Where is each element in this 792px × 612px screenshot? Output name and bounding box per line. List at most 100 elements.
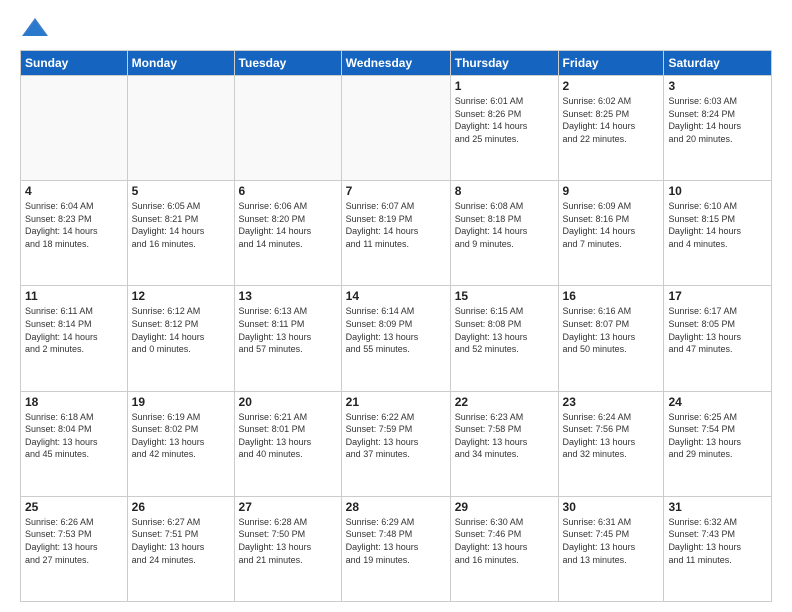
day-number: 15 [455, 289, 554, 303]
calendar-cell: 25Sunrise: 6:26 AM Sunset: 7:53 PM Dayli… [21, 496, 128, 601]
day-number: 24 [668, 395, 767, 409]
day-number: 10 [668, 184, 767, 198]
day-number: 26 [132, 500, 230, 514]
day-number: 31 [668, 500, 767, 514]
calendar-cell: 1Sunrise: 6:01 AM Sunset: 8:26 PM Daylig… [450, 76, 558, 181]
calendar-cell: 8 Sunrise: 6:08 AM Sunset: 8:18 PM Daylig… [450, 181, 558, 286]
day-info: Sunrise: 6:11 AM Sunset: 8:14 PM Dayligh… [25, 305, 123, 355]
day-number: 16 [563, 289, 660, 303]
calendar-cell: 23 Sunrise: 6:24 AM Sunset: 7:56 PM Dayli… [558, 391, 664, 496]
day-number: 4 [25, 184, 123, 198]
calendar-cell: 20 Sunrise: 6:21 AM Sunset: 8:01 PM Dayli… [234, 391, 341, 496]
day-info: Sunrise: 6:16 AM Sunset: 8:07 PM Dayligh… [563, 305, 660, 355]
calendar-cell: 11 Sunrise: 6:11 AM Sunset: 8:14 PM Dayli… [21, 286, 128, 391]
calendar-cell: 4 Sunrise: 6:04 AM Sunset: 8:23 PM Daylig… [21, 181, 128, 286]
day-info: Sunrise: 6:18 AM Sunset: 8:04 PM Dayligh… [25, 411, 123, 461]
day-info: Sunrise: 6:21 AM Sunset: 8:01 PM Dayligh… [239, 411, 337, 461]
day-number: 14 [346, 289, 446, 303]
calendar-cell [127, 76, 234, 181]
calendar-header-row: SundayMondayTuesdayWednesdayThursdayFrid… [21, 51, 772, 76]
day-header-saturday: Saturday [664, 51, 772, 76]
day-info: Sunrise: 6:24 AM Sunset: 7:56 PM Dayligh… [563, 411, 660, 461]
day-header-monday: Monday [127, 51, 234, 76]
calendar-cell: 19 Sunrise: 6:19 AM Sunset: 8:02 PM Dayli… [127, 391, 234, 496]
day-info: Sunrise: 6:32 AM Sunset: 7:43 PM Dayligh… [668, 516, 767, 566]
calendar-cell: 21 Sunrise: 6:22 AM Sunset: 7:59 PM Dayli… [341, 391, 450, 496]
calendar-page: SundayMondayTuesdayWednesdayThursdayFrid… [0, 0, 792, 612]
day-info: Sunrise: 6:02 AM Sunset: 8:25 PM Dayligh… [563, 95, 660, 145]
day-info: Sunrise: 6:10 AM Sunset: 8:15 PM Dayligh… [668, 200, 767, 250]
calendar-week-1: 1Sunrise: 6:01 AM Sunset: 8:26 PM Daylig… [21, 76, 772, 181]
day-info: Sunrise: 6:30 AM Sunset: 7:46 PM Dayligh… [455, 516, 554, 566]
day-info: Sunrise: 6:28 AM Sunset: 7:50 PM Dayligh… [239, 516, 337, 566]
day-info: Sunrise: 6:06 AM Sunset: 8:20 PM Dayligh… [239, 200, 337, 250]
calendar-cell [234, 76, 341, 181]
calendar-cell: 18 Sunrise: 6:18 AM Sunset: 8:04 PM Dayli… [21, 391, 128, 496]
day-info: Sunrise: 6:19 AM Sunset: 8:02 PM Dayligh… [132, 411, 230, 461]
day-number: 12 [132, 289, 230, 303]
day-info: Sunrise: 6:22 AM Sunset: 7:59 PM Dayligh… [346, 411, 446, 461]
day-number: 8 [455, 184, 554, 198]
calendar-cell: 10 Sunrise: 6:10 AM Sunset: 8:15 PM Dayli… [664, 181, 772, 286]
day-number: 18 [25, 395, 123, 409]
day-number: 29 [455, 500, 554, 514]
header [20, 16, 772, 40]
day-info: Sunrise: 6:29 AM Sunset: 7:48 PM Dayligh… [346, 516, 446, 566]
day-info: Sunrise: 6:08 AM Sunset: 8:18 PM Dayligh… [455, 200, 554, 250]
day-info: Sunrise: 6:09 AM Sunset: 8:16 PM Dayligh… [563, 200, 660, 250]
day-number: 5 [132, 184, 230, 198]
day-number: 17 [668, 289, 767, 303]
calendar-cell: 13 Sunrise: 6:13 AM Sunset: 8:11 PM Dayli… [234, 286, 341, 391]
calendar-cell: 29 Sunrise: 6:30 AM Sunset: 7:46 PM Dayli… [450, 496, 558, 601]
day-number: 7 [346, 184, 446, 198]
day-number: 2 [563, 79, 660, 93]
day-info: Sunrise: 6:04 AM Sunset: 8:23 PM Dayligh… [25, 200, 123, 250]
day-info: Sunrise: 6:12 AM Sunset: 8:12 PM Dayligh… [132, 305, 230, 355]
day-header-wednesday: Wednesday [341, 51, 450, 76]
calendar-table: SundayMondayTuesdayWednesdayThursdayFrid… [20, 50, 772, 602]
calendar-cell: 14 Sunrise: 6:14 AM Sunset: 8:09 PM Dayli… [341, 286, 450, 391]
calendar-cell: 15 Sunrise: 6:15 AM Sunset: 8:08 PM Dayli… [450, 286, 558, 391]
day-info: Sunrise: 6:17 AM Sunset: 8:05 PM Dayligh… [668, 305, 767, 355]
day-header-friday: Friday [558, 51, 664, 76]
day-number: 22 [455, 395, 554, 409]
calendar-cell: 2 Sunrise: 6:02 AM Sunset: 8:25 PM Daylig… [558, 76, 664, 181]
day-number: 20 [239, 395, 337, 409]
calendar-cell [341, 76, 450, 181]
calendar-cell: 30 Sunrise: 6:31 AM Sunset: 7:45 PM Dayli… [558, 496, 664, 601]
logo [20, 16, 54, 40]
day-number: 19 [132, 395, 230, 409]
calendar-cell: 24 Sunrise: 6:25 AM Sunset: 7:54 PM Dayli… [664, 391, 772, 496]
day-number: 21 [346, 395, 446, 409]
calendar-week-5: 25Sunrise: 6:26 AM Sunset: 7:53 PM Dayli… [21, 496, 772, 601]
calendar-week-4: 18 Sunrise: 6:18 AM Sunset: 8:04 PM Dayli… [21, 391, 772, 496]
calendar-cell: 28 Sunrise: 6:29 AM Sunset: 7:48 PM Dayli… [341, 496, 450, 601]
day-header-thursday: Thursday [450, 51, 558, 76]
calendar-week-2: 4 Sunrise: 6:04 AM Sunset: 8:23 PM Daylig… [21, 181, 772, 286]
day-info: Sunrise: 6:14 AM Sunset: 8:09 PM Dayligh… [346, 305, 446, 355]
day-info: Sunrise: 6:01 AM Sunset: 8:26 PM Dayligh… [455, 95, 554, 145]
calendar-cell [21, 76, 128, 181]
day-number: 23 [563, 395, 660, 409]
day-info: Sunrise: 6:31 AM Sunset: 7:45 PM Dayligh… [563, 516, 660, 566]
day-number: 13 [239, 289, 337, 303]
calendar-cell: 27Sunrise: 6:28 AM Sunset: 7:50 PM Dayli… [234, 496, 341, 601]
day-number: 30 [563, 500, 660, 514]
day-info: Sunrise: 6:15 AM Sunset: 8:08 PM Dayligh… [455, 305, 554, 355]
calendar-cell: 16 Sunrise: 6:16 AM Sunset: 8:07 PM Dayli… [558, 286, 664, 391]
day-info: Sunrise: 6:25 AM Sunset: 7:54 PM Dayligh… [668, 411, 767, 461]
logo-icon [20, 16, 50, 40]
day-number: 11 [25, 289, 123, 303]
day-info: Sunrise: 6:23 AM Sunset: 7:58 PM Dayligh… [455, 411, 554, 461]
day-number: 25 [25, 500, 123, 514]
day-number: 3 [668, 79, 767, 93]
day-info: Sunrise: 6:03 AM Sunset: 8:24 PM Dayligh… [668, 95, 767, 145]
calendar-cell: 17 Sunrise: 6:17 AM Sunset: 8:05 PM Dayli… [664, 286, 772, 391]
day-number: 28 [346, 500, 446, 514]
calendar-cell: 3 Sunrise: 6:03 AM Sunset: 8:24 PM Daylig… [664, 76, 772, 181]
day-info: Sunrise: 6:27 AM Sunset: 7:51 PM Dayligh… [132, 516, 230, 566]
day-info: Sunrise: 6:07 AM Sunset: 8:19 PM Dayligh… [346, 200, 446, 250]
day-header-tuesday: Tuesday [234, 51, 341, 76]
calendar-cell: 22 Sunrise: 6:23 AM Sunset: 7:58 PM Dayli… [450, 391, 558, 496]
day-info: Sunrise: 6:13 AM Sunset: 8:11 PM Dayligh… [239, 305, 337, 355]
